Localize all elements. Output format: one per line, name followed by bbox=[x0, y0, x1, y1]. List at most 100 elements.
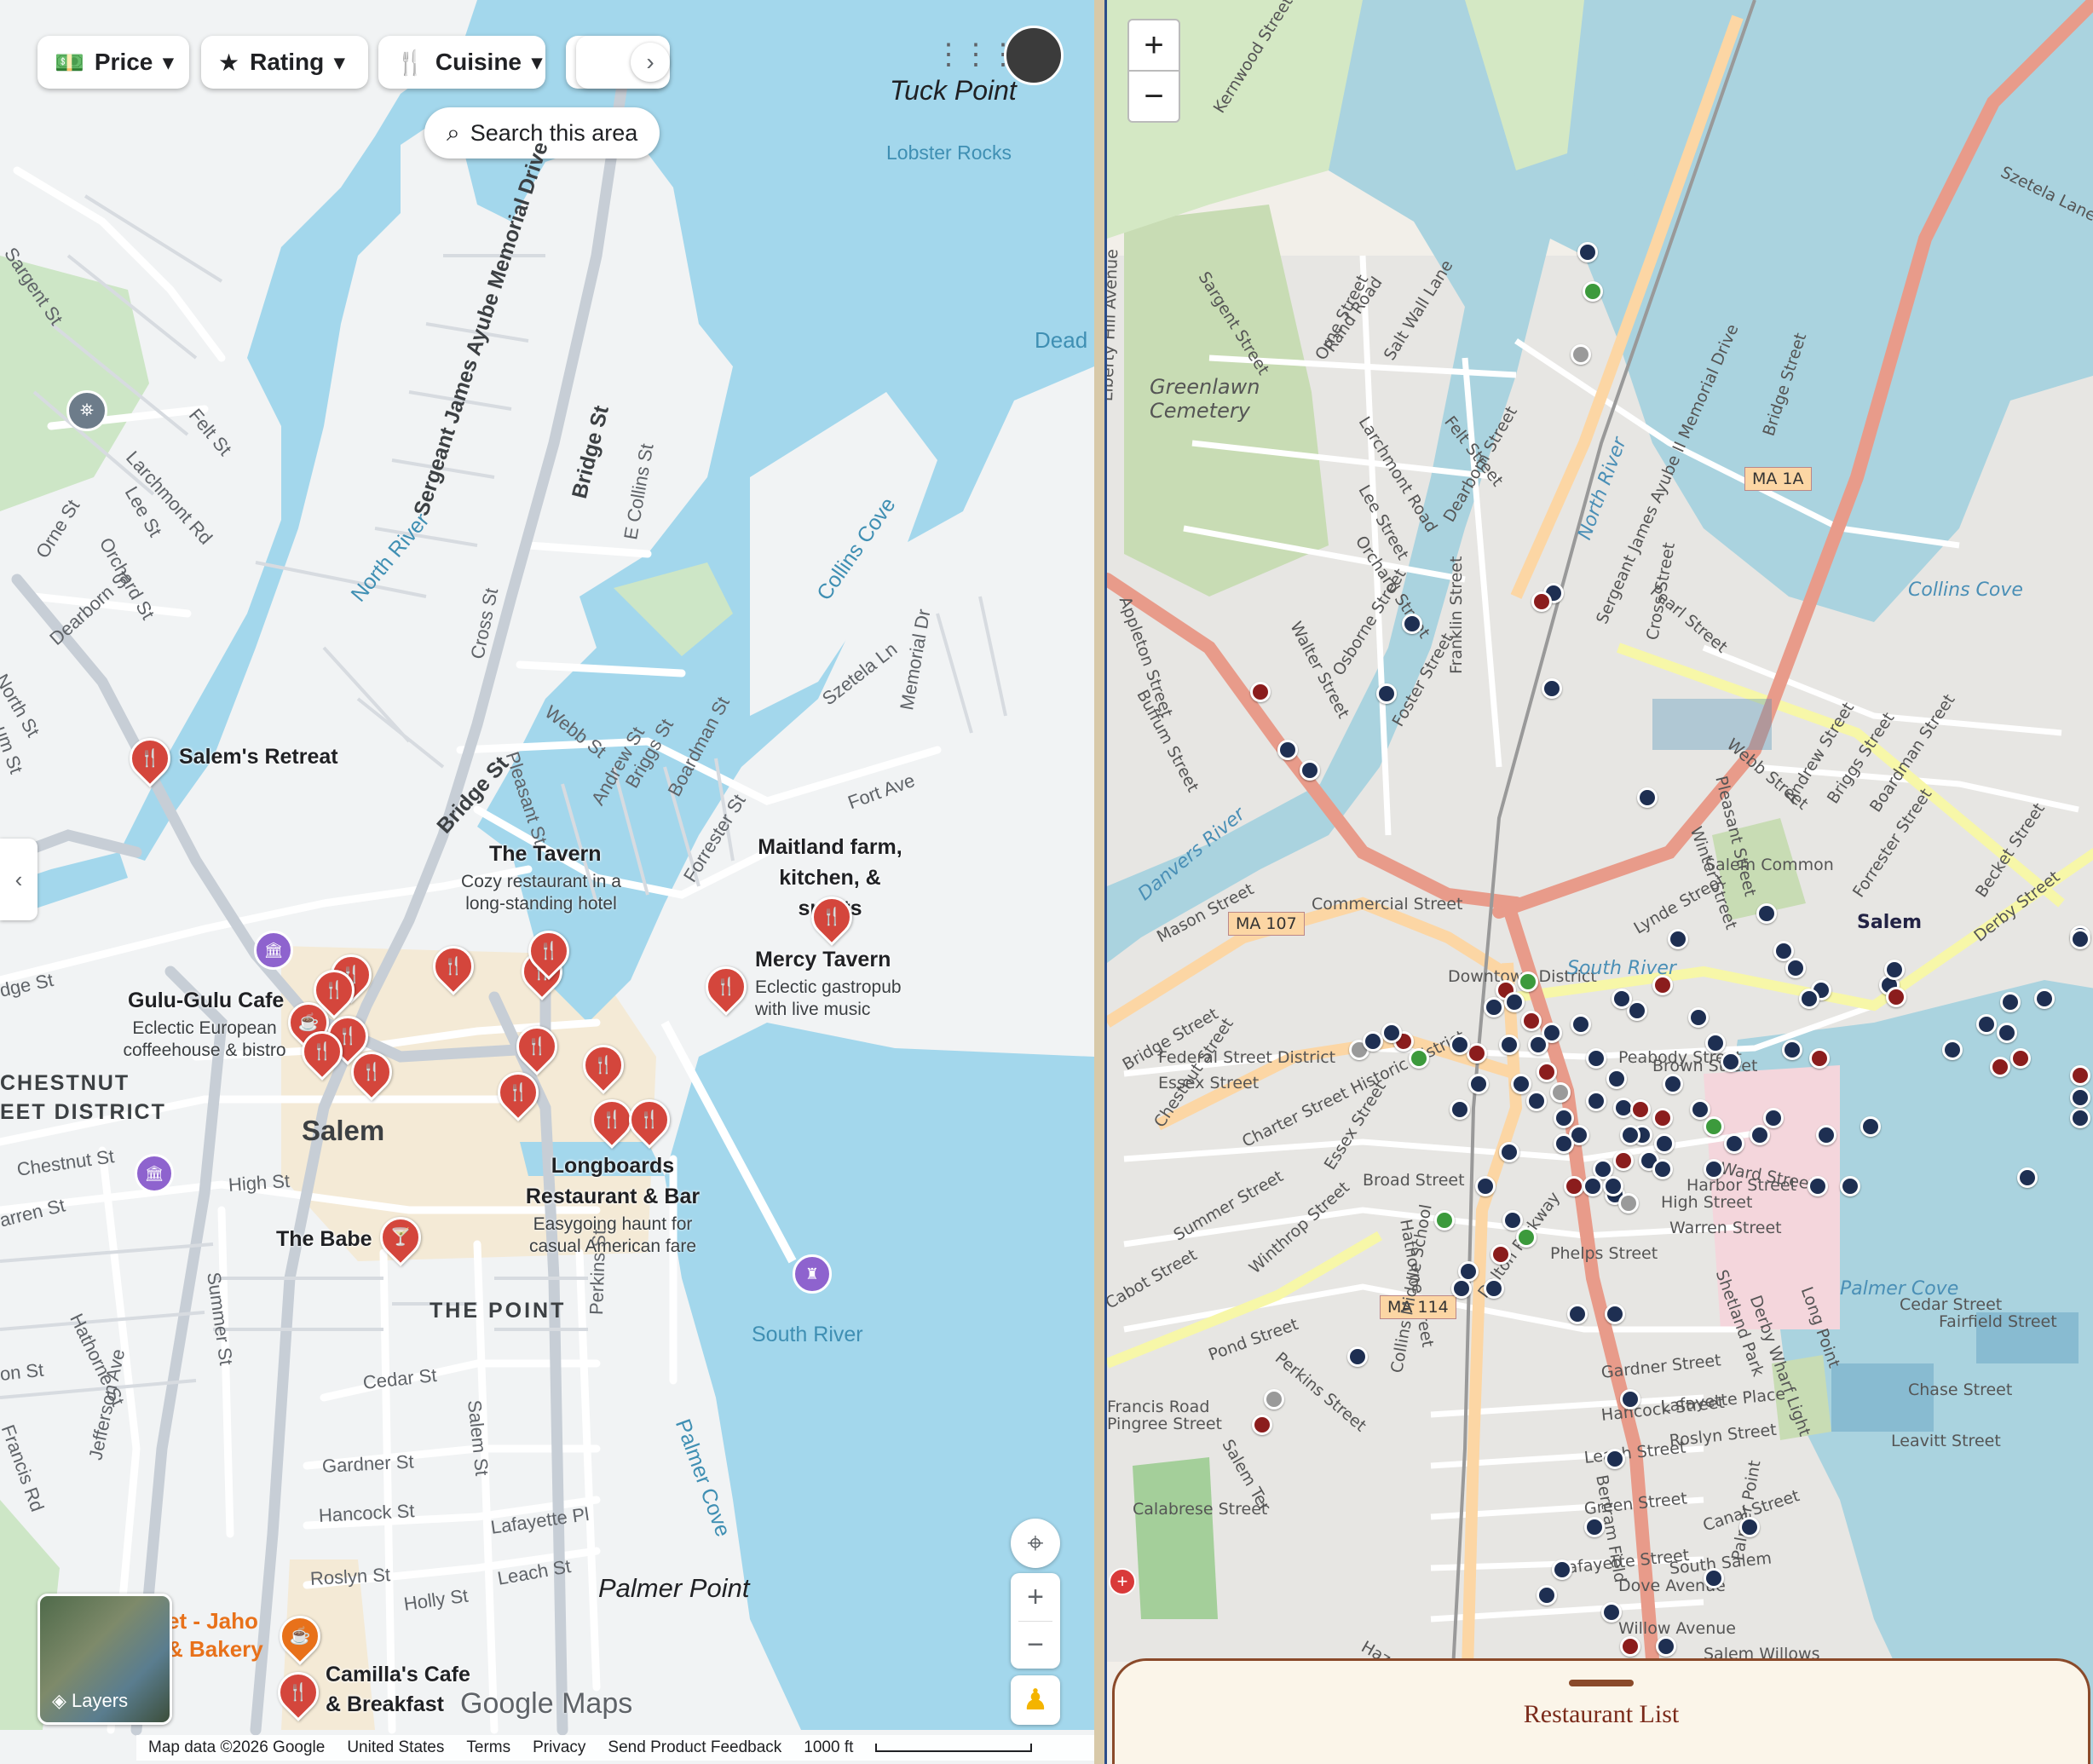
restaurant-marker[interactable] bbox=[1816, 1125, 1836, 1145]
restaurant-marker[interactable] bbox=[1886, 987, 1906, 1007]
restaurant-marker[interactable] bbox=[1475, 1176, 1496, 1196]
place-name-gulu-gulu[interactable]: Gulu-Gulu Cafe bbox=[128, 989, 284, 1013]
restaurant-marker[interactable] bbox=[1542, 678, 1562, 699]
restaurant-marker[interactable] bbox=[1552, 1559, 1572, 1580]
restaurant-marker[interactable] bbox=[1450, 1035, 1470, 1055]
restaurant-marker[interactable] bbox=[1652, 1159, 1673, 1179]
restaurant-marker[interactable] bbox=[1252, 1415, 1272, 1435]
restaurant-marker[interactable] bbox=[1654, 1133, 1675, 1154]
restaurant-marker[interactable] bbox=[1381, 1023, 1402, 1043]
country-link[interactable]: United States bbox=[347, 1738, 444, 1757]
restaurant-marker[interactable] bbox=[1763, 1108, 1784, 1128]
restaurant-list-drawer[interactable]: Restaurant List bbox=[1112, 1658, 2090, 1764]
restaurant-marker[interactable] bbox=[1583, 1176, 1603, 1196]
street-view-pegman[interactable]: ♟ bbox=[1011, 1675, 1060, 1725]
drawer-handle[interactable] bbox=[1569, 1680, 1634, 1686]
restaurant-marker[interactable] bbox=[1499, 1035, 1519, 1055]
restaurant-marker[interactable] bbox=[1605, 1304, 1625, 1324]
restaurant-marker[interactable] bbox=[1484, 1278, 1504, 1299]
restaurant-marker[interactable] bbox=[1537, 1585, 1557, 1605]
restaurant-marker[interactable] bbox=[1586, 1091, 1606, 1111]
restaurant-marker[interactable] bbox=[1571, 1014, 1591, 1035]
restaurant-marker[interactable] bbox=[1724, 1133, 1744, 1154]
restaurant-marker[interactable] bbox=[1363, 1031, 1383, 1052]
restaurant-marker[interactable] bbox=[1504, 992, 1525, 1012]
restaurant-marker[interactable] bbox=[2070, 929, 2090, 949]
restaurant-marker[interactable] bbox=[1618, 1193, 1639, 1213]
restaurant-marker[interactable] bbox=[1537, 1062, 1557, 1082]
restaurant-marker[interactable] bbox=[1704, 1568, 1724, 1588]
place-name-the-babe[interactable]: The Babe bbox=[276, 1227, 372, 1252]
restaurant-marker[interactable] bbox=[1402, 614, 1422, 634]
restaurant-marker[interactable] bbox=[1583, 281, 1603, 302]
restaurant-marker[interactable] bbox=[1586, 1048, 1606, 1069]
restaurant-marker[interactable] bbox=[1554, 1133, 1574, 1154]
restaurant-marker[interactable] bbox=[1704, 1159, 1724, 1179]
restaurant-marker[interactable] bbox=[1808, 1176, 1828, 1196]
restaurant-marker[interactable] bbox=[1976, 1014, 1997, 1035]
restaurant-marker[interactable] bbox=[1516, 1227, 1537, 1248]
restaurant-marker[interactable] bbox=[1502, 1210, 1523, 1231]
restaurant-marker[interactable] bbox=[1484, 997, 1504, 1017]
restaurant-marker[interactable] bbox=[1663, 1074, 1683, 1094]
restaurant-marker[interactable] bbox=[1264, 1389, 1284, 1409]
restaurant-marker[interactable] bbox=[2010, 1048, 2031, 1069]
restaurant-marker[interactable] bbox=[1656, 1636, 1676, 1657]
restaurant-marker[interactable] bbox=[1809, 1048, 1830, 1069]
restaurant-marker[interactable] bbox=[2034, 989, 2055, 1009]
filter-chip-price[interactable]: 💵 Price ▾ bbox=[37, 36, 189, 89]
place-name-longboards[interactable]: Longboards Restaurant & Bar bbox=[515, 1150, 711, 1212]
restaurant-marker[interactable] bbox=[1521, 1011, 1542, 1031]
place-name-mercy-tavern[interactable]: Mercy Tavern bbox=[755, 948, 891, 972]
restaurant-marker[interactable] bbox=[1277, 740, 1298, 760]
osm-zoom-out-button[interactable]: − bbox=[1127, 70, 1180, 123]
restaurant-marker[interactable] bbox=[1756, 903, 1777, 924]
restaurant-marker[interactable] bbox=[1785, 958, 1806, 978]
restaurant-marker[interactable] bbox=[1518, 971, 1538, 992]
restaurant-marker[interactable] bbox=[1499, 1142, 1519, 1162]
zoom-in-button[interactable]: + bbox=[1011, 1573, 1060, 1621]
restaurant-marker[interactable] bbox=[1250, 682, 1271, 702]
restaurant-marker[interactable] bbox=[1347, 1346, 1368, 1367]
restaurant-marker[interactable] bbox=[1376, 683, 1397, 704]
museum-icon[interactable]: 🏛 bbox=[254, 931, 293, 970]
filter-chip-cuisine[interactable]: 🍴 Cuisine ▾ bbox=[378, 36, 545, 89]
restaurant-marker[interactable] bbox=[1990, 1057, 2010, 1077]
restaurant-marker[interactable] bbox=[1652, 1108, 1673, 1128]
restaurant-marker[interactable] bbox=[2070, 1108, 2090, 1128]
museum-icon-chestnut[interactable]: 🏛 bbox=[135, 1154, 174, 1193]
privacy-link[interactable]: Privacy bbox=[533, 1738, 585, 1757]
restaurant-marker[interactable] bbox=[1450, 1099, 1470, 1120]
restaurant-marker[interactable] bbox=[1526, 1091, 1547, 1111]
restaurant-marker[interactable] bbox=[2000, 992, 2021, 1012]
zoom-out-button[interactable]: − bbox=[1011, 1622, 1060, 1669]
layers-button[interactable]: ◈ Layers bbox=[37, 1594, 172, 1725]
restaurant-marker[interactable] bbox=[2017, 1167, 2038, 1188]
restaurant-marker[interactable] bbox=[1550, 1082, 1571, 1103]
landmark-icon-derby-wharf[interactable]: ♜ bbox=[793, 1254, 832, 1294]
place-name-jaho-bakery[interactable]: et - Jaho & Bakery bbox=[167, 1607, 269, 1663]
osm-zoom-in-button[interactable]: + bbox=[1127, 19, 1180, 72]
restaurant-marker[interactable] bbox=[1690, 1099, 1710, 1120]
restaurant-marker[interactable] bbox=[1409, 1048, 1429, 1069]
restaurant-marker[interactable] bbox=[2070, 1065, 2090, 1086]
restaurant-marker[interactable] bbox=[1511, 1074, 1531, 1094]
restaurant-marker[interactable] bbox=[1840, 1176, 1860, 1196]
collapse-panel-button[interactable]: ‹ bbox=[0, 839, 37, 920]
restaurant-marker[interactable] bbox=[1630, 1099, 1651, 1120]
restaurant-marker[interactable] bbox=[1490, 1244, 1511, 1265]
restaurant-marker[interactable] bbox=[1434, 1210, 1455, 1231]
restaurant-marker[interactable] bbox=[1554, 1108, 1574, 1128]
restaurant-marker[interactable] bbox=[1688, 1007, 1709, 1028]
restaurant-marker[interactable] bbox=[1606, 1069, 1627, 1089]
restaurant-marker[interactable] bbox=[1721, 1052, 1741, 1072]
restaurant-marker[interactable] bbox=[1705, 1033, 1726, 1053]
restaurant-marker[interactable] bbox=[1782, 1040, 1802, 1060]
restaurant-marker[interactable] bbox=[1300, 760, 1320, 781]
scale-label[interactable]: 1000 ft bbox=[804, 1738, 853, 1757]
restaurant-marker[interactable] bbox=[1531, 591, 1552, 612]
restaurant-marker[interactable] bbox=[1637, 787, 1658, 808]
restaurant-marker[interactable] bbox=[1612, 989, 1632, 1009]
restaurant-marker[interactable] bbox=[1652, 975, 1673, 995]
restaurant-marker[interactable] bbox=[1605, 1449, 1625, 1469]
